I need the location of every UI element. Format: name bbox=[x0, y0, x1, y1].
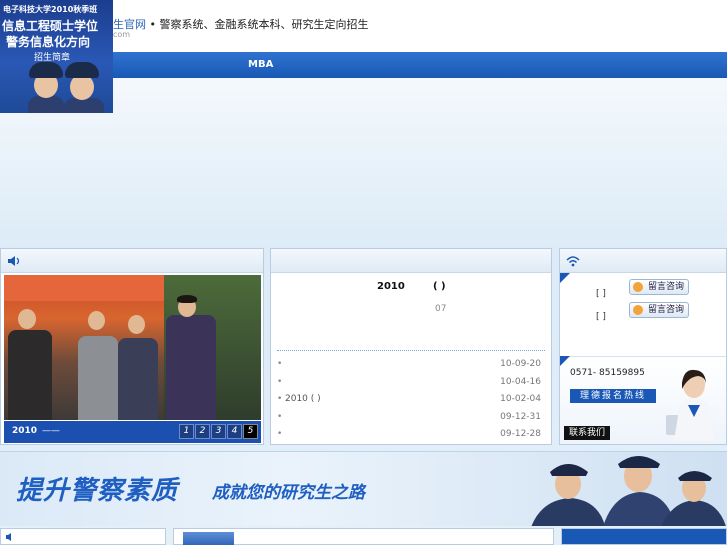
bullet: • bbox=[277, 411, 283, 422]
consult-button-1[interactable]: 留言咨询 bbox=[629, 279, 689, 295]
list-item[interactable]: • 10-09-20 bbox=[277, 359, 541, 377]
banner-sub-text: 成就您的研究生之路 bbox=[212, 483, 365, 503]
chat-icon bbox=[633, 282, 643, 292]
speaker-icon bbox=[6, 533, 11, 541]
photo-hair-4 bbox=[177, 295, 197, 303]
police-officers-illustration bbox=[531, 456, 726, 526]
bottom-box-1 bbox=[0, 528, 166, 545]
hotline-area: 0571- 85159895 理德报名热线 联系我们 bbox=[560, 356, 726, 444]
contact-panel: [ ] 留言咨询 [ ] 留言咨询 0571- 85159895 理德报名热线 … bbox=[559, 248, 727, 445]
list-item[interactable]: • 10-04-16 bbox=[277, 377, 541, 395]
promo-officer-body-1 bbox=[28, 96, 64, 113]
promo-banner[interactable]: 提升警察素质 成就您的研究生之路 bbox=[0, 451, 727, 526]
list-item[interactable]: • 09-12-31 bbox=[277, 412, 541, 430]
slideshow-bar: 2010 —— 1 2 3 4 5 bbox=[4, 421, 261, 443]
promo-ad[interactable]: 电子科技大学2010秋季班 信息工程硕士学位 警务信息化方向 招生简章 bbox=[0, 0, 113, 113]
news-title[interactable]: 2010 ( ) bbox=[285, 394, 321, 404]
consult-button-label: 留言咨询 bbox=[647, 305, 684, 315]
promo-officer-body-2 bbox=[64, 98, 104, 113]
slideshow-photo[interactable] bbox=[4, 275, 261, 420]
consult-button-label: 留言咨询 bbox=[647, 282, 684, 292]
nav-item-mba[interactable]: MBA bbox=[248, 59, 273, 70]
slide-page-3[interactable]: 3 bbox=[211, 424, 226, 439]
banner-main-text: 提升警察素质 bbox=[16, 476, 179, 506]
tab-header[interactable] bbox=[183, 532, 234, 545]
news-date: 10-04-16 bbox=[500, 376, 541, 387]
photo-person-2 bbox=[78, 336, 118, 420]
list-item[interactable]: • 2010 ( ) 10-02-04 bbox=[277, 394, 541, 412]
top-headline[interactable]: 生官网 • 警察系统、金融系统本科、研究生定向招生 bbox=[113, 16, 369, 32]
bullet: • bbox=[277, 394, 283, 404]
consult-row-2-label: [ ] bbox=[596, 312, 606, 322]
photo-person-3 bbox=[118, 338, 158, 420]
photo-head-2 bbox=[88, 311, 105, 330]
photo-person-4 bbox=[166, 315, 216, 420]
photo-head-3 bbox=[128, 315, 145, 334]
corner-accent bbox=[560, 356, 570, 366]
corner-accent bbox=[560, 273, 570, 283]
headline-text[interactable]: 警察系统、金融系统本科、研究生定向招生 bbox=[160, 18, 369, 31]
promo-line-2: 信息工程硕士学位 bbox=[2, 19, 99, 33]
photo-panel-header bbox=[1, 249, 263, 273]
separator: • bbox=[149, 18, 157, 31]
slide-caption-dash: —— bbox=[42, 426, 60, 436]
news-date: 09-12-28 bbox=[500, 429, 541, 439]
news-list: • 10-09-20 • 10-04-16 • 2010 ( ) 10-02-04 • 0… bbox=[277, 359, 541, 447]
news-date: 10-02-04 bbox=[500, 394, 541, 404]
contact-panel-header bbox=[560, 249, 726, 273]
news-panel-header bbox=[271, 249, 551, 273]
slide-page-4[interactable]: 4 bbox=[227, 424, 242, 439]
list-item[interactable]: • 09-12-28 bbox=[277, 429, 541, 447]
promo-line-4: 招生简章 bbox=[34, 53, 71, 63]
slide-caption[interactable]: 2010 bbox=[12, 426, 37, 436]
featured-news-title[interactable]: 2010 bbox=[377, 281, 405, 292]
phone-number: 0571- 85159895 bbox=[570, 368, 645, 378]
bottom-strip bbox=[0, 528, 727, 545]
slide-page-2[interactable]: 2 bbox=[195, 424, 210, 439]
news-panel: 2010 ( ) 07 • 10-09-20 • 10-04-16 • 2010 ( … bbox=[270, 248, 552, 445]
bullet: • bbox=[277, 376, 283, 387]
news-divider bbox=[277, 350, 545, 351]
slide-page-5[interactable]: 5 bbox=[243, 424, 258, 439]
signal-icon bbox=[566, 256, 580, 267]
promo-officer-cap-2 bbox=[65, 62, 99, 78]
consult-button-2[interactable]: 留言咨询 bbox=[629, 302, 689, 318]
bullet: • bbox=[277, 429, 283, 439]
hotline-label: 理德报名热线 bbox=[570, 389, 656, 403]
featured-news-paren[interactable]: ( ) bbox=[433, 281, 446, 292]
promo-officer-cap-1 bbox=[29, 62, 63, 78]
photo-head-1 bbox=[18, 309, 36, 329]
chat-icon bbox=[633, 305, 643, 315]
domain-fragment: com bbox=[113, 30, 131, 39]
slide-page-1[interactable]: 1 bbox=[179, 424, 194, 439]
consult-row-1-label: [ ] bbox=[596, 289, 606, 299]
bottom-box-2 bbox=[173, 528, 554, 545]
featured-news-sub: 07 bbox=[435, 304, 447, 314]
promo-line-3: 警务信息化方向 bbox=[6, 35, 91, 49]
speaker-icon bbox=[8, 256, 20, 266]
promo-line-1: 电子科技大学2010秋季班 bbox=[3, 5, 98, 14]
contact-us-button[interactable]: 联系我们 bbox=[564, 426, 610, 440]
slide-pager: 1 2 3 4 5 bbox=[179, 424, 258, 439]
support-agent-illustration bbox=[666, 369, 714, 441]
news-date: 10-09-20 bbox=[500, 359, 541, 369]
news-date: 09-12-31 bbox=[500, 411, 541, 422]
photo-panel: 2010 —— 1 2 3 4 5 bbox=[0, 248, 264, 445]
bottom-box-3 bbox=[561, 528, 727, 545]
bullet: • bbox=[277, 359, 283, 369]
photo-person-1 bbox=[8, 330, 52, 420]
